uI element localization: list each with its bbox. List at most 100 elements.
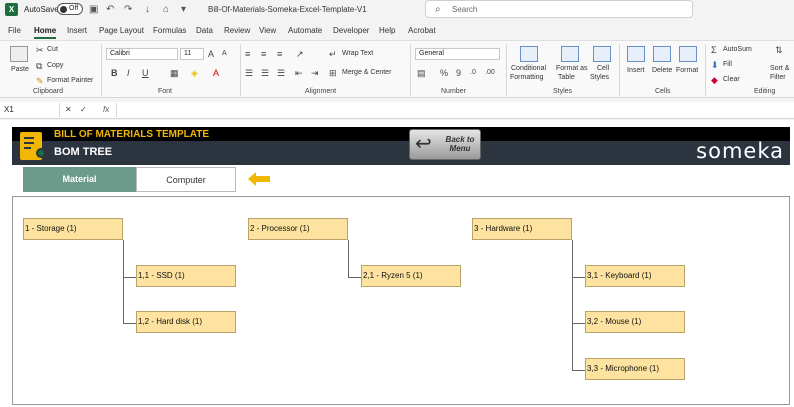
comma-style-icon[interactable]: 9 xyxy=(456,68,461,78)
grow-font-icon[interactable]: A xyxy=(208,49,214,59)
sort-filter-label-2[interactable]: Filter xyxy=(770,74,786,81)
name-box[interactable]: X1 xyxy=(0,103,60,117)
wrap-text-button[interactable]: Wrap Text xyxy=(342,50,373,57)
align-top-icon[interactable]: ≡ xyxy=(245,49,250,59)
orientation-icon[interactable]: ↗ xyxy=(296,49,304,59)
italic-icon[interactable]: I xyxy=(127,68,130,78)
bom-node-microphone[interactable]: 3,3 - Microphone (1) xyxy=(585,358,685,380)
align-middle-icon[interactable]: ≡ xyxy=(261,49,266,59)
separator xyxy=(101,44,102,96)
autosum-button[interactable]: AutoSum xyxy=(723,46,752,53)
redo-icon[interactable]: ↷ xyxy=(124,4,132,15)
customize-qat-icon[interactable]: ▾ xyxy=(181,4,186,15)
align-center-icon[interactable]: ☰ xyxy=(261,68,269,78)
tab-home[interactable]: Home xyxy=(34,26,57,39)
bold-icon[interactable]: B xyxy=(111,68,118,78)
align-left-icon[interactable]: ☰ xyxy=(245,68,253,78)
bom-node-storage[interactable]: 1 - Storage (1) xyxy=(23,218,123,240)
conditional-formatting-icon[interactable] xyxy=(520,46,538,62)
tab-review[interactable]: Review xyxy=(224,26,250,35)
format-painter-button[interactable]: Format Painter xyxy=(47,77,93,84)
fill-color-icon[interactable]: ◈ xyxy=(191,68,198,78)
decrease-indent-icon[interactable]: ⇤ xyxy=(295,68,303,78)
tab-insert[interactable]: Insert xyxy=(67,26,87,35)
percent-icon[interactable]: % xyxy=(440,68,448,78)
merge-center-button[interactable]: Merge & Center xyxy=(342,69,391,76)
shrink-font-icon[interactable]: A xyxy=(222,49,227,59)
autosave-toggle[interactable]: Off xyxy=(57,3,83,15)
cell-styles-icon[interactable] xyxy=(593,46,611,62)
tab-material[interactable]: Material xyxy=(23,167,136,192)
increase-decimal-icon[interactable]: .0 xyxy=(470,68,476,78)
align-right-icon[interactable]: ☰ xyxy=(277,68,285,78)
conditional-formatting-label-1[interactable]: Conditional xyxy=(511,65,546,72)
bom-node-keyboard[interactable]: 3,1 - Keyboard (1) xyxy=(585,265,685,287)
fill-button[interactable]: Fill xyxy=(723,61,732,68)
font-color-icon[interactable]: A xyxy=(213,68,219,78)
tab-data[interactable]: Data xyxy=(196,26,213,35)
number-format-select[interactable]: General xyxy=(415,48,500,60)
bom-node-hardware[interactable]: 3 - Hardware (1) xyxy=(472,218,572,240)
increase-indent-icon[interactable]: ⇥ xyxy=(311,68,319,78)
accounting-format-icon[interactable]: ▤ xyxy=(417,68,426,78)
bom-node-ryzen-5[interactable]: 2,1 - Ryzen 5 (1) xyxy=(361,265,461,287)
tab-computer[interactable]: Computer xyxy=(136,167,236,192)
tab-help[interactable]: Help xyxy=(379,26,395,35)
format-cells-button[interactable]: Format xyxy=(676,67,698,74)
search-icon: ⌕ xyxy=(435,4,441,15)
bom-node-ssd[interactable]: 1,1 - SSD (1) xyxy=(136,265,236,287)
font-name-select[interactable]: Calibri xyxy=(106,48,178,60)
ribbon-tabs: File Home Insert Page Layout Formulas Da… xyxy=(0,23,794,39)
insert-cells-button[interactable]: Insert xyxy=(627,67,645,74)
tab-formulas[interactable]: Formulas xyxy=(153,26,186,35)
format-as-table-label-1[interactable]: Format as xyxy=(556,65,588,72)
paste-icon[interactable] xyxy=(10,46,28,62)
ribbon: Paste ✂ Cut ⧉ Copy ✎ Format Painter Clip… xyxy=(0,40,794,98)
sort-filter-label-1[interactable]: Sort & xyxy=(770,65,789,72)
tab-acrobat[interactable]: Acrobat xyxy=(408,26,436,35)
format-as-table-icon[interactable] xyxy=(561,46,579,62)
formula-input[interactable] xyxy=(116,103,792,117)
format-as-table-label-2[interactable]: Table xyxy=(558,74,575,81)
tab-automate[interactable]: Automate xyxy=(288,26,322,35)
home-icon[interactable]: ⌂ xyxy=(163,4,169,15)
copy-button[interactable]: Copy xyxy=(47,62,63,69)
bom-node-processor[interactable]: 2 - Processor (1) xyxy=(248,218,348,240)
font-size-select[interactable]: 11 xyxy=(180,48,204,60)
cell-styles-label-2[interactable]: Styles xyxy=(590,74,609,81)
bom-node-mouse[interactable]: 3,2 - Mouse (1) xyxy=(585,311,685,333)
insert-cells-icon[interactable] xyxy=(627,46,645,62)
border-icon[interactable]: ▦ xyxy=(170,68,179,78)
save-icon[interactable]: ▣ xyxy=(89,4,98,15)
sort-filter-icon[interactable]: ⇅ xyxy=(775,45,783,55)
bom-node-hard-disk[interactable]: 1,2 - Hard disk (1) xyxy=(136,311,236,333)
sort-asc-icon[interactable]: ↓ xyxy=(145,4,150,15)
cell-styles-label-1[interactable]: Cell xyxy=(597,65,609,72)
tree-connector xyxy=(572,323,585,324)
delete-cells-button[interactable]: Delete xyxy=(652,67,672,74)
underline-icon[interactable]: U xyxy=(142,68,149,78)
search-box[interactable]: ⌕ Search xyxy=(425,0,693,18)
tab-page-layout[interactable]: Page Layout xyxy=(99,26,144,35)
cancel-icon[interactable]: ✕ xyxy=(65,105,72,115)
delete-cells-icon[interactable] xyxy=(653,46,671,62)
align-bottom-icon[interactable]: ≡ xyxy=(277,49,282,59)
clear-button[interactable]: Clear xyxy=(723,76,740,83)
separator xyxy=(506,44,507,96)
format-cells-icon[interactable] xyxy=(679,46,697,62)
separator xyxy=(619,44,620,96)
clipboard-group-label: Clipboard xyxy=(33,88,63,95)
paste-button[interactable]: Paste xyxy=(11,66,29,73)
cut-button[interactable]: Cut xyxy=(47,46,58,53)
tab-view[interactable]: View xyxy=(259,26,276,35)
undo-icon[interactable]: ↶ xyxy=(106,4,114,15)
back-to-menu-button[interactable]: ↩ Back to Menu xyxy=(409,129,481,160)
enter-icon[interactable]: ✓ xyxy=(80,105,87,115)
decrease-decimal-icon[interactable]: .00 xyxy=(485,68,495,78)
conditional-formatting-label-2[interactable]: Formatting xyxy=(510,74,543,81)
tab-file[interactable]: File xyxy=(8,26,21,35)
doc-line xyxy=(24,137,34,139)
insert-function-icon[interactable]: fx xyxy=(103,105,109,114)
tree-connector xyxy=(572,370,585,371)
tab-developer[interactable]: Developer xyxy=(333,26,369,35)
